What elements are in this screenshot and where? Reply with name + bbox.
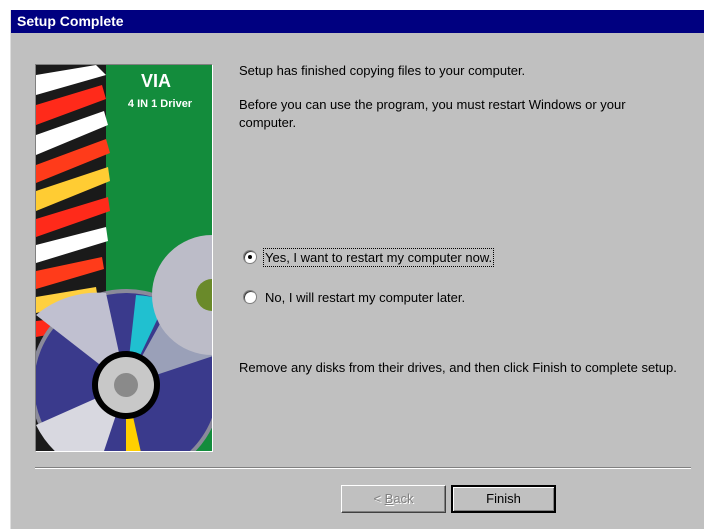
finish-label: Finish xyxy=(486,491,521,506)
radio-restart-now[interactable]: Yes, I want to restart my computer now. xyxy=(243,247,495,267)
radio-restart-now-label[interactable]: Yes, I want to restart my computer now. xyxy=(262,247,495,267)
product-text: 4 IN 1 Driver xyxy=(128,98,193,110)
finish-button[interactable]: Finish xyxy=(451,485,556,513)
title-bar: Setup Complete xyxy=(11,10,704,33)
back-label: ack xyxy=(393,491,414,506)
message-restart-required: Before you can use the program, you must… xyxy=(239,97,626,130)
setup-complete-dialog: Setup Complete VIA 4 IN 1 Driver Setup h… xyxy=(10,10,704,529)
window-title: Setup Complete xyxy=(17,13,124,29)
radio-button-unchecked[interactable] xyxy=(243,290,257,304)
cd-graphic-icon: VIA 4 IN 1 Driver xyxy=(36,65,212,451)
back-prefix: < xyxy=(373,491,385,506)
button-separator xyxy=(35,467,691,469)
radio-restart-later[interactable]: No, I will restart my computer later. xyxy=(243,287,465,307)
brand-text: VIA xyxy=(141,71,171,91)
radio-restart-later-label[interactable]: No, I will restart my computer later. xyxy=(265,290,465,305)
back-button[interactable]: < Back xyxy=(341,485,446,513)
radio-button-checked[interactable] xyxy=(243,250,257,264)
message-remove-disks: Remove any disks from their drives, and … xyxy=(239,360,677,375)
message-copy-finished: Setup has finished copying files to your… xyxy=(239,63,526,78)
via-driver-artwork: VIA 4 IN 1 Driver xyxy=(35,64,213,452)
